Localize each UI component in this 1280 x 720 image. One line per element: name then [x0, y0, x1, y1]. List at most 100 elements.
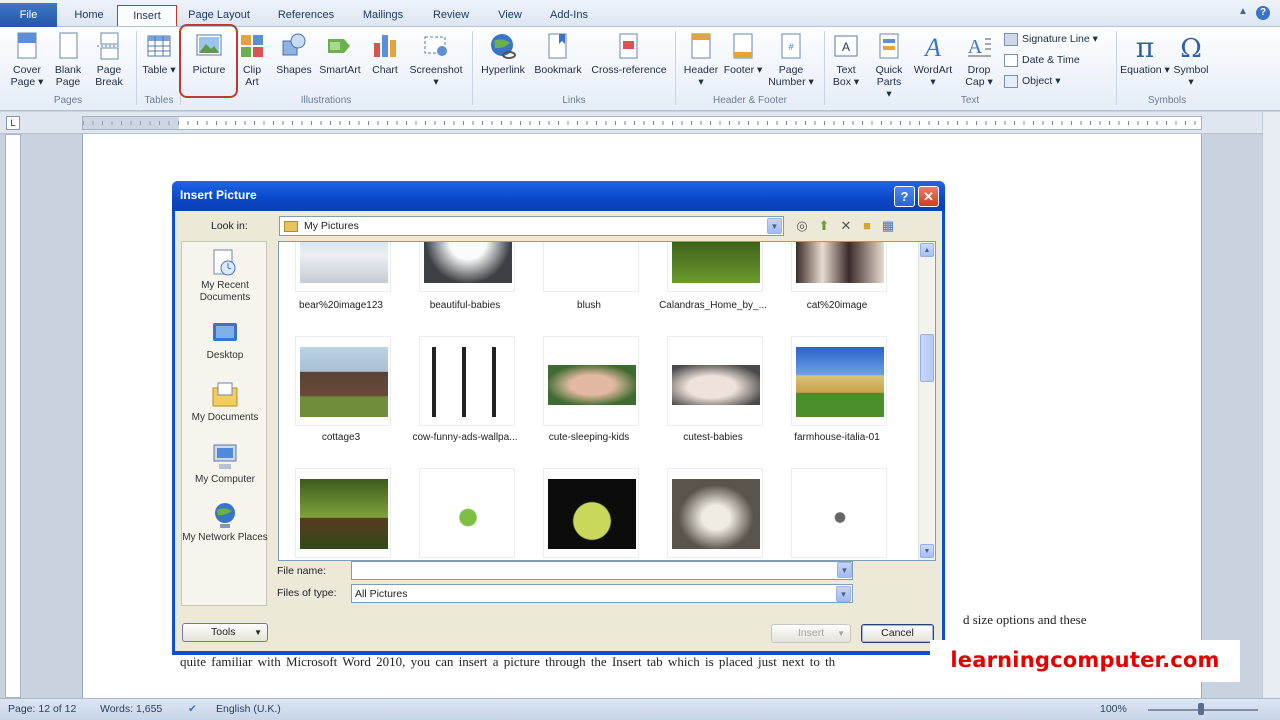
tab-add-ins[interactable]: Add-Ins — [540, 5, 598, 26]
dialog-help-button[interactable]: ? — [894, 186, 915, 207]
signature-line-label: Signature Line ▾ — [1022, 33, 1098, 45]
text-box-button[interactable]: A Text Box ▾ — [828, 31, 864, 88]
file-list-scrollbar[interactable]: ▲ ▼ — [918, 242, 935, 560]
views-icon[interactable]: ▦ — [880, 218, 896, 234]
table-label: Table ▾ — [142, 64, 176, 76]
zoom-slider-thumb[interactable] — [1198, 703, 1204, 715]
image-thumbnail[interactable] — [543, 336, 639, 426]
drop-cap-button[interactable]: A Drop Cap ▾ — [960, 31, 998, 88]
dialog-title-bar[interactable]: Insert Picture ? ✕ — [172, 181, 945, 211]
image-thumbnail[interactable] — [419, 336, 515, 426]
place-my-computer[interactable]: My Computer — [182, 442, 268, 486]
quick-parts-button[interactable]: Quick Parts ▾ — [870, 31, 908, 100]
page-break-button[interactable]: Page Break — [90, 31, 128, 88]
image-thumbnail[interactable] — [543, 242, 639, 292]
header-button[interactable]: Header ▾ — [680, 31, 722, 88]
chart-icon — [374, 35, 396, 57]
chevron-down-icon[interactable]: ▼ — [836, 586, 851, 602]
image-thumbnail[interactable] — [419, 242, 515, 292]
word-count[interactable]: Words: 1,655 — [100, 703, 162, 715]
image-thumbnail[interactable] — [295, 336, 391, 426]
tab-references[interactable]: References — [268, 5, 344, 26]
object-button[interactable]: Object ▾ — [1004, 73, 1061, 89]
chevron-down-icon[interactable]: ▼ — [767, 218, 782, 234]
tab-insert[interactable]: Insert — [117, 5, 177, 26]
tab-selector[interactable]: L — [6, 116, 20, 130]
image-thumbnail[interactable] — [419, 468, 515, 558]
tab-file[interactable]: File — [0, 3, 57, 27]
image-thumbnail[interactable] — [295, 468, 391, 558]
delete-icon[interactable]: ✕ — [838, 218, 854, 234]
image-thumbnail[interactable] — [667, 468, 763, 558]
back-icon[interactable]: ◎ — [794, 218, 810, 234]
image-thumbnail[interactable] — [791, 468, 887, 558]
chart-button[interactable]: Chart — [366, 31, 404, 76]
place-my-documents[interactable]: My Documents — [182, 380, 268, 424]
vertical-ruler[interactable] — [5, 134, 21, 698]
cover-page-button[interactable]: Cover Page ▾ — [6, 31, 48, 88]
bookmark-button[interactable]: Bookmark — [532, 31, 584, 76]
image-thumbnail[interactable] — [667, 336, 763, 426]
tab-mailings[interactable]: Mailings — [352, 5, 414, 26]
page-count[interactable]: Page: 12 of 12 — [8, 703, 76, 715]
hyperlink-button[interactable]: Hyperlink — [476, 31, 530, 76]
footer-button[interactable]: Footer ▾ — [722, 31, 764, 76]
tab-review[interactable]: Review — [424, 5, 478, 26]
scroll-up-icon[interactable]: ▲ — [920, 243, 934, 257]
signature-line-button[interactable]: Signature Line ▾ — [1004, 31, 1098, 47]
tools-button[interactable]: Tools ▼ — [182, 623, 268, 642]
file-name-input[interactable] — [351, 561, 853, 580]
proofing-icon[interactable]: ✔ — [188, 703, 197, 715]
quick-parts-icon — [879, 33, 899, 59]
symbol-button[interactable]: Ω Symbol ▾ — [1170, 31, 1212, 88]
cover-page-icon — [17, 32, 37, 59]
minimize-ribbon-icon[interactable]: ▲ — [1238, 6, 1248, 17]
ribbon-tab-bar: File Home Insert Page Layout References … — [0, 0, 1280, 27]
tab-page-layout[interactable]: Page Layout — [180, 5, 258, 26]
files-of-type-value: All Pictures — [355, 588, 408, 600]
place-my-network-places[interactable]: My Network Places — [182, 500, 268, 544]
insert-button[interactable]: Insert ▼ — [771, 624, 851, 643]
image-thumbnail[interactable] — [791, 336, 887, 426]
horizontal-ruler[interactable]: L — [0, 112, 1280, 134]
file-name-label: cute-sleeping-kids — [548, 432, 630, 443]
place-label: Desktop — [206, 350, 244, 361]
page-number-button[interactable]: # Page Number ▾ — [766, 31, 816, 88]
scrollbar-thumb[interactable] — [920, 334, 934, 382]
zoom-level[interactable]: 100% — [1100, 703, 1127, 715]
blank-page-button[interactable]: Blank Page — [50, 31, 86, 88]
place-desktop[interactable]: Desktop — [182, 318, 268, 362]
scroll-down-icon[interactable]: ▼ — [920, 544, 934, 558]
image-thumbnail[interactable] — [543, 468, 639, 558]
cancel-button[interactable]: Cancel — [861, 624, 934, 643]
up-folder-icon[interactable]: ⬆ — [816, 218, 832, 234]
files-of-type-label: Files of type: — [277, 587, 337, 599]
files-of-type-dropdown[interactable]: All Pictures ▼ — [351, 584, 853, 603]
shapes-button[interactable]: Shapes — [274, 31, 314, 76]
equation-button[interactable]: π Equation ▾ — [1120, 31, 1170, 76]
equation-icon: π — [1136, 31, 1154, 61]
image-thumbnail[interactable] — [667, 242, 763, 292]
language[interactable]: English (U.K.) — [216, 703, 281, 715]
date-time-button[interactable]: Date & Time — [1004, 52, 1080, 68]
screenshot-button[interactable]: Screenshot ▾ — [406, 31, 466, 88]
wordart-button[interactable]: A WordArt ▾ — [910, 31, 956, 88]
tab-home[interactable]: Home — [66, 5, 112, 26]
cross-reference-button[interactable]: Cross-reference — [588, 31, 670, 76]
smartart-button[interactable]: SmartArt — [316, 31, 364, 76]
file-list[interactable]: bear%20image123 beautiful-babies blush C… — [278, 241, 936, 561]
dialog-close-button[interactable]: ✕ — [918, 186, 939, 207]
new-folder-icon[interactable]: ■ — [859, 218, 875, 234]
image-thumbnail[interactable] — [791, 242, 887, 292]
look-in-dropdown[interactable]: My Pictures ▼ — [279, 216, 784, 236]
image-thumbnail[interactable] — [295, 242, 391, 292]
table-button[interactable]: Table ▾ — [140, 31, 178, 76]
chevron-down-icon[interactable]: ▼ — [837, 562, 852, 578]
page-number-icon: # — [781, 33, 801, 59]
tab-view[interactable]: View — [488, 5, 532, 26]
document-vertical-scrollbar[interactable] — [1262, 112, 1280, 698]
clip-art-button[interactable]: Clip Art — [236, 31, 268, 88]
file-name-label: blush — [577, 300, 601, 311]
place-recent-documents[interactable]: My Recent Documents — [182, 248, 268, 304]
help-icon[interactable]: ? — [1256, 6, 1270, 20]
